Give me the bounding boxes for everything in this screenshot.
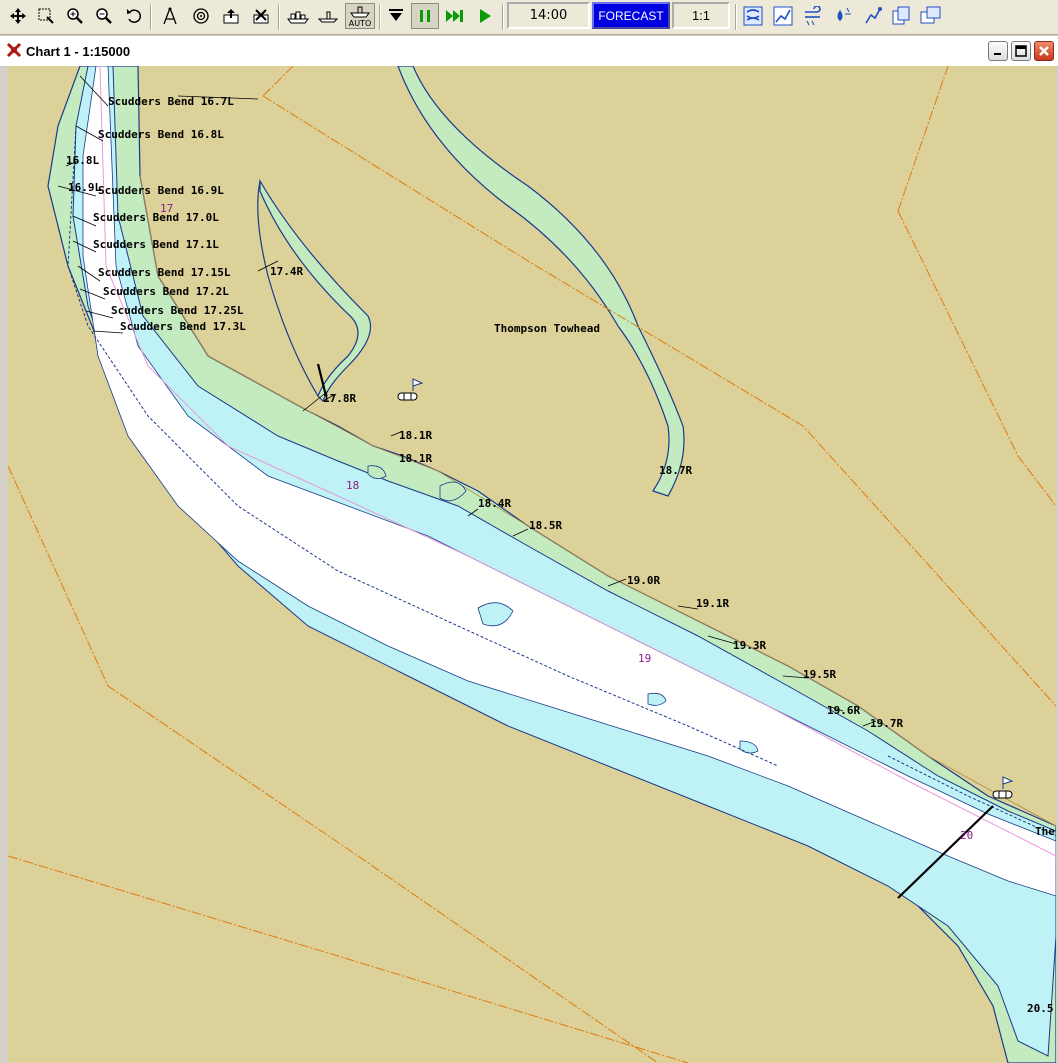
mile-label: 18.5R xyxy=(529,519,563,532)
route-icon[interactable] xyxy=(860,3,886,29)
mile-label: 19.5R xyxy=(803,668,837,681)
compass-icon[interactable] xyxy=(157,3,183,29)
boat-icon[interactable] xyxy=(315,3,341,29)
app-icon xyxy=(6,42,22,58)
zoom-out-icon[interactable] xyxy=(91,3,117,29)
window-title: Chart 1 - 1:15000 xyxy=(26,44,131,59)
mile-label: 20.5 xyxy=(1027,1002,1054,1015)
minimize-button[interactable] xyxy=(988,41,1008,61)
river-mile-marker: 18 xyxy=(346,479,360,492)
time-display[interactable]: 14:00 xyxy=(507,2,590,29)
toolbar-separator xyxy=(502,4,504,30)
mile-label: 16.9L xyxy=(68,181,102,194)
pan-icon[interactable] xyxy=(5,3,31,29)
export-icon[interactable] xyxy=(218,3,244,29)
mile-label: 19.0R xyxy=(627,574,661,587)
undo-icon[interactable] xyxy=(121,3,147,29)
mile-label: 16.8L xyxy=(66,154,100,167)
river-mile-marker: 17 xyxy=(160,202,174,215)
water-icon[interactable] xyxy=(830,3,856,29)
window-titlebar[interactable]: Chart 1 - 1:15000 xyxy=(0,36,1058,67)
copy-icon[interactable] xyxy=(888,3,914,29)
mile-label: Scudders Bend 17.2L xyxy=(103,285,229,298)
play-icon[interactable] xyxy=(472,3,498,29)
toolbar-separator xyxy=(278,4,280,30)
mile-label: Scudders Bend 17.0L xyxy=(93,211,219,224)
river-mile-marker: 19 xyxy=(638,652,652,665)
mile-label: Scudders Bend 17.15L xyxy=(98,266,231,279)
river-mile-marker: 20 xyxy=(960,829,974,842)
mile-label: 18.7R xyxy=(659,464,693,477)
mile-label: 18.1R xyxy=(399,452,433,465)
zoom-window-icon[interactable] xyxy=(33,3,59,29)
minimize-icon xyxy=(994,53,1001,55)
chart-window: Chart 1 - 1:15000 Scudders Bend 16.7L Sc… xyxy=(0,36,1058,1063)
vessel-icon[interactable] xyxy=(285,3,311,29)
mile-label: Scudders Bend 16.8L xyxy=(98,128,224,141)
toolbar-separator xyxy=(735,4,737,30)
arrow-down-icon[interactable] xyxy=(383,3,409,29)
weather-icon[interactable] xyxy=(740,3,766,29)
maximize-icon xyxy=(1015,45,1027,57)
place-label: Thompson Towhead xyxy=(494,322,600,335)
mile-label: 19.6R xyxy=(827,704,861,717)
fast-forward-icon[interactable] xyxy=(442,3,468,29)
pause-icon[interactable] xyxy=(411,3,439,29)
mile-label: 18.1R xyxy=(399,429,433,442)
mile-label: Scudders Bend 16.7L xyxy=(108,95,234,108)
mile-label: Scudders Bend 17.3L xyxy=(120,320,246,333)
chart-canvas[interactable]: Scudders Bend 16.7L Scudders Bend 16.8L … xyxy=(8,66,1056,1063)
mile-label: 17.4R xyxy=(270,265,304,278)
mile-label: The xyxy=(1035,825,1055,838)
toolbar-separator xyxy=(379,4,381,30)
close-icon xyxy=(1039,46,1049,56)
mile-label: 19.1R xyxy=(696,597,730,610)
auto-button[interactable]: AUTO xyxy=(345,3,375,29)
mile-label: 17.8R xyxy=(323,392,357,405)
mile-label: 19.7R xyxy=(870,717,904,730)
layers-icon[interactable] xyxy=(248,3,274,29)
window-icon[interactable] xyxy=(918,3,944,29)
mile-label: 19.3R xyxy=(733,639,767,652)
mile-label: Scudders Bend 17.1L xyxy=(93,238,219,251)
mile-label: Scudders Bend 16.9L xyxy=(98,184,224,197)
auto-label: AUTO xyxy=(348,19,372,28)
toolbar: AUTO 14:00 FORECAST 1:1 xyxy=(0,0,1058,35)
maximize-button[interactable] xyxy=(1011,41,1031,61)
wind-icon[interactable] xyxy=(800,3,826,29)
forecast-button[interactable]: FORECAST xyxy=(592,2,670,29)
mile-label: Scudders Bend 17.25L xyxy=(111,304,244,317)
scale-display[interactable]: 1:1 xyxy=(672,2,730,29)
close-button[interactable] xyxy=(1034,41,1054,61)
graph-icon[interactable] xyxy=(770,3,796,29)
toolbar-separator xyxy=(150,4,152,30)
zoom-in-icon[interactable] xyxy=(62,3,88,29)
mile-label: 18.4R xyxy=(478,497,512,510)
target-icon[interactable] xyxy=(188,3,214,29)
